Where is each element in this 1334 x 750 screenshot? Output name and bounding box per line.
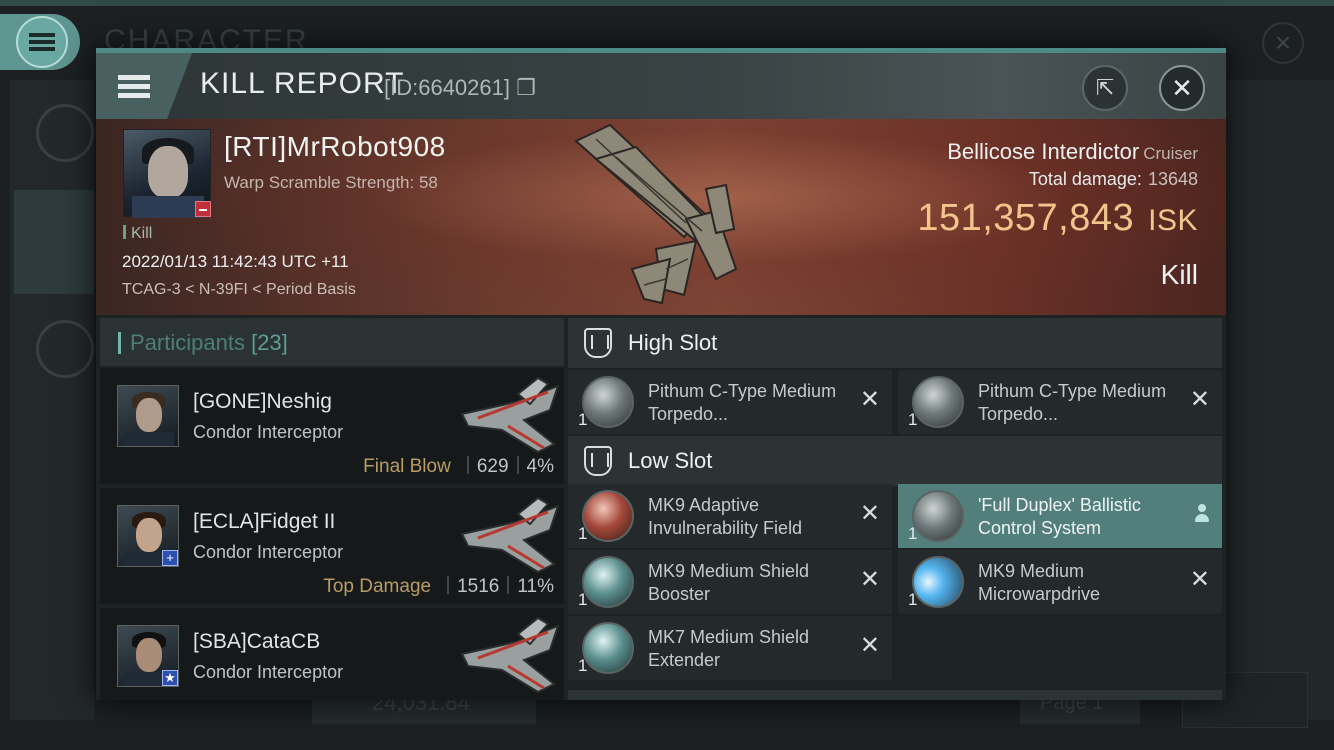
sidebar-menu-icon[interactable] [36, 104, 94, 162]
high-slot-header: High Slot [568, 318, 1222, 368]
destroyed-icon: ✕ [859, 566, 880, 593]
total-damage: Total damage: 13648 [1028, 169, 1198, 189]
module-name: MK9 Medium Microwarpdrive [978, 561, 1101, 604]
module-name: Pithum C-Type Medium Torpedo... [648, 381, 837, 424]
module-item[interactable]: 1 MK7 Medium Shield Extender ✕ [568, 616, 892, 680]
result-label: Kill [1160, 259, 1198, 290]
victim-banner: [RTI]MrRobot908 Warp Scramble Strength: … [96, 119, 1226, 315]
module-item[interactable]: 1 Pithum C-Type Medium Torpedo... ✕ [898, 370, 1222, 434]
module-name: Pithum C-Type Medium Torpedo... [978, 381, 1167, 424]
destroyed-icon: ✕ [1189, 386, 1210, 413]
module-qty: 1 [578, 656, 588, 675]
module-qty: 1 [578, 590, 588, 609]
kill-date: 2022/01/13 11:42:43 UTC +11 [122, 252, 349, 271]
module-name: MK7 Medium Shield Extender [648, 627, 810, 670]
participant-stats: Final Blow 629 4% [363, 456, 554, 477]
share-icon[interactable]: ⇱ [1082, 65, 1128, 111]
app-top-bar [0, 0, 1334, 6]
ship-name: Bellicose Interdictor [947, 139, 1140, 164]
menu-icon [16, 16, 68, 68]
kill-report-dialog: KILL REPORT [ID:6640261] ❐ ⇱ ✕ [RTI]MrRo… [96, 48, 1226, 700]
participant-ship-image [460, 376, 560, 454]
low-slot-icon [584, 446, 612, 476]
module-item[interactable]: 1 MK9 Medium Shield Booster ✕ [568, 550, 892, 614]
close-icon[interactable]: ✕ [1159, 65, 1205, 111]
destroyed-icon: ✕ [859, 386, 880, 413]
participant-ship: Condor Interceptor [193, 422, 344, 442]
module-name: MK9 Medium Shield Booster [648, 561, 810, 604]
participant-row[interactable]: + [ECLA]Fidget II Condor Interceptor Top… [100, 488, 564, 604]
avatar[interactable]: + [117, 505, 179, 567]
module-qty: 1 [908, 590, 918, 609]
victim-subtitle: Warp Scramble Strength: 58 [224, 173, 438, 192]
module-item[interactable]: 1 Pithum C-Type Medium Torpedo... ✕ [568, 370, 892, 434]
participant-name: [ECLA]Fidget II [193, 510, 336, 533]
microwarpdrive-icon [912, 556, 964, 608]
kill-id[interactable]: [ID:6640261] ❐ [384, 75, 536, 101]
kill-location[interactable]: TCAG-3 < N-39FI < Period Basis [122, 281, 356, 299]
module-qty: 1 [578, 524, 588, 543]
victim-ship[interactable]: Bellicose Interdictor Cruiser [947, 139, 1198, 165]
participant-ship-image [460, 616, 560, 694]
fitting-panel: High Slot 1 Pithum C-Type Medium Torpedo… [568, 318, 1226, 700]
module-qty: 1 [908, 524, 918, 543]
torpedo-launcher-icon [912, 376, 964, 428]
copy-icon[interactable]: ❐ [516, 75, 536, 100]
standing-badge: ★ [162, 670, 178, 686]
app-right-panel [1226, 80, 1334, 720]
standing-badge: + [162, 550, 178, 566]
dialog-menu-button[interactable] [96, 53, 192, 119]
participant-name: [GONE]Neshig [193, 390, 332, 413]
module-item[interactable]: 1 MK9 Medium Microwarpdrive ✕ [898, 550, 1222, 614]
ballistic-control-icon [912, 490, 964, 542]
victim-ship-image[interactable] [566, 119, 766, 315]
module-name: MK9 Adaptive Invulnerability Field [648, 495, 803, 538]
standing-badge [195, 201, 211, 217]
participant-stats: Top Damage 1516 11% [323, 576, 554, 597]
participants-panel: Participants [23] [GONE]Neshig Condor In… [100, 318, 564, 700]
shield-booster-icon [582, 556, 634, 608]
participant-ship: Condor Interceptor [193, 542, 344, 562]
next-slot-header [568, 690, 1222, 700]
low-slot-header: Low Slot [568, 436, 1222, 486]
avatar[interactable]: ★ [117, 625, 179, 687]
dropped-person-icon [1194, 504, 1210, 524]
app-sidebar [10, 80, 94, 720]
victim-name[interactable]: [RTI]MrRobot908 [224, 131, 446, 163]
invulnerability-field-icon [582, 490, 634, 542]
participant-name: [SBA]CataCB [193, 630, 321, 653]
high-slot-icon [584, 328, 612, 358]
sidebar-selected-item[interactable] [14, 190, 94, 294]
participant-ship-image [460, 496, 560, 574]
star-icon[interactable] [36, 320, 94, 378]
avatar[interactable] [117, 385, 179, 447]
module-item[interactable]: 1 MK9 Adaptive Invulnerability Field ✕ [568, 484, 892, 548]
module-name: 'Full Duplex' Ballistic Control System [978, 495, 1141, 538]
module-qty: 1 [578, 410, 588, 429]
dialog-title: KILL REPORT [200, 67, 405, 100]
destroyed-icon: ✕ [859, 632, 880, 659]
isk-value: 151,357,843 ISK [917, 197, 1198, 239]
kill-tag: Kill [123, 225, 152, 243]
shield-extender-icon [582, 622, 634, 674]
participant-ship: Condor Interceptor [193, 662, 344, 682]
ship-class: Cruiser [1143, 144, 1198, 163]
destroyed-icon: ✕ [859, 500, 880, 527]
participant-row[interactable]: [GONE]Neshig Condor Interceptor Final Bl… [100, 368, 564, 484]
participants-header[interactable]: Participants [23] [100, 318, 564, 366]
participant-row[interactable]: ★ [SBA]CataCB Condor Interceptor [100, 608, 564, 700]
torpedo-launcher-icon [582, 376, 634, 428]
module-item-highlighted[interactable]: 1 'Full Duplex' Ballistic Control System [898, 484, 1222, 548]
background-close-icon[interactable]: × [1262, 22, 1304, 64]
module-qty: 1 [908, 410, 918, 429]
dialog-header: KILL REPORT [ID:6640261] ❐ ⇱ ✕ [96, 53, 1226, 119]
main-menu-button[interactable] [0, 14, 80, 70]
destroyed-icon: ✕ [1189, 566, 1210, 593]
